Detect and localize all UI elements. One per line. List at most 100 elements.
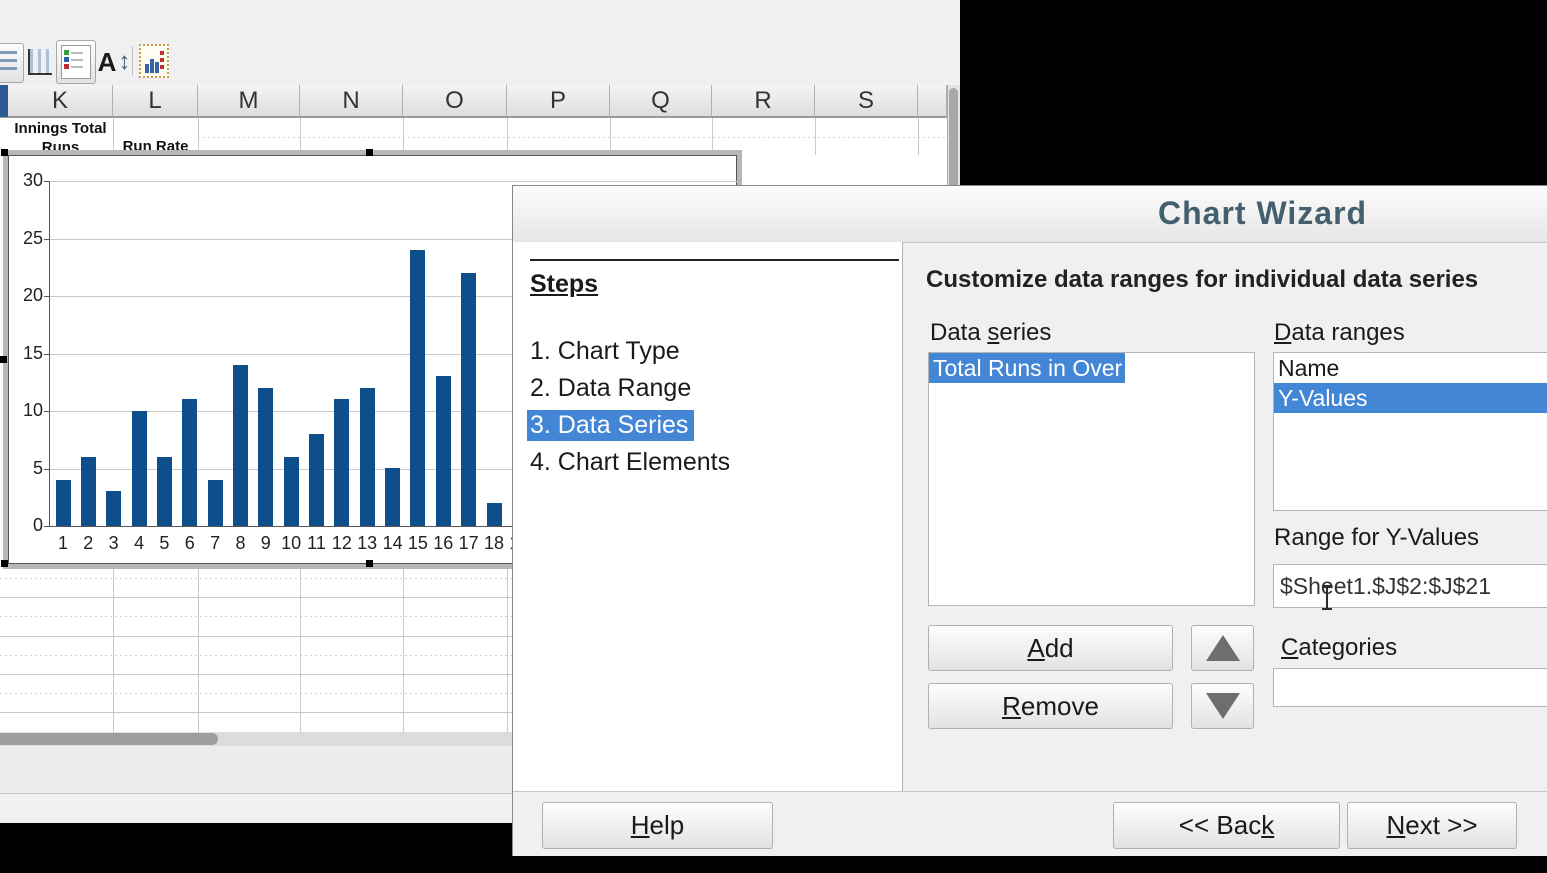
y-axis — [49, 181, 50, 527]
scale-text-icon[interactable]: A↕ — [96, 46, 132, 78]
bar — [461, 273, 476, 526]
bar — [106, 491, 121, 526]
bar — [487, 503, 502, 526]
column-header-P[interactable]: P — [507, 85, 610, 117]
i-beam-cursor — [1320, 585, 1334, 610]
data-range-item[interactable]: Name — [1274, 353, 1547, 383]
column-header-M[interactable]: M — [198, 85, 300, 117]
column-header-partial[interactable] — [918, 85, 947, 117]
move-down-button[interactable] — [1191, 683, 1254, 729]
column-header-Q[interactable]: Q — [610, 85, 712, 117]
next-button[interactable]: Next >> — [1347, 802, 1517, 849]
dialog-titlebar[interactable]: Chart Wizard — [513, 186, 1547, 243]
bar — [436, 376, 451, 526]
horizontal-scrollbar-thumb[interactable] — [0, 733, 218, 745]
content-heading: Customize data ranges for individual dat… — [926, 266, 1478, 294]
up-arrow-icon — [1206, 635, 1240, 661]
gridline — [50, 181, 737, 182]
legend-glyph — [61, 45, 91, 79]
header-bottom-border — [0, 117, 947, 118]
move-up-button[interactable] — [1191, 625, 1254, 671]
y-axis-label: 0 — [13, 515, 43, 536]
vertical-lines-glyph — [28, 49, 52, 75]
chart-toolbar: A↕ — [0, 38, 960, 85]
column-line — [403, 568, 404, 732]
chart-selection-handle[interactable] — [366, 560, 373, 567]
steps-heading: Steps — [530, 270, 598, 299]
y-axis-label: 10 — [13, 400, 43, 421]
bar — [81, 457, 96, 526]
data-range-item[interactable]: Y-Values — [1274, 383, 1547, 413]
chart-selection-handle[interactable] — [1, 560, 8, 567]
column-header-R[interactable]: R — [712, 85, 815, 117]
categories-input[interactable] — [1273, 668, 1547, 707]
column-header-j-selected[interactable] — [0, 85, 8, 118]
help-button[interactable]: Help — [542, 802, 773, 849]
chart-wizard-dialog: Chart Wizard Steps 1. Chart Type 2. Data … — [512, 185, 1547, 856]
column-header-N[interactable]: N — [300, 85, 403, 117]
bar — [132, 411, 147, 526]
column-line — [815, 118, 816, 155]
step-item-2[interactable]: 2. Data Range — [527, 373, 697, 404]
steps-panel: Steps 1. Chart Type 2. Data Range 3. Data … — [513, 242, 902, 791]
legend-on-off-icon[interactable] — [56, 40, 96, 84]
column-header-K[interactable]: K — [8, 85, 113, 117]
down-arrow-icon — [1206, 693, 1240, 719]
back-button[interactable]: << Back — [1113, 802, 1340, 849]
row1-line — [198, 137, 947, 138]
horizontal-grids-icon[interactable] — [0, 43, 24, 83]
bar — [360, 388, 375, 526]
bar — [309, 434, 324, 526]
range-for-y-values-label: Range for Y-Values — [1274, 524, 1479, 552]
bar — [385, 468, 400, 526]
chart-selection-handle[interactable] — [366, 149, 373, 156]
bar — [182, 399, 197, 526]
step-item-1[interactable]: 1. Chart Type — [527, 336, 686, 367]
vertical-grids-icon[interactable] — [26, 47, 54, 77]
bar — [410, 250, 425, 526]
bar — [157, 457, 172, 526]
steps-rule — [530, 259, 899, 261]
column-header-O[interactable]: O — [403, 85, 507, 117]
dialog-title: Chart Wizard — [1158, 195, 1367, 232]
column-line — [507, 568, 508, 732]
data-ranges-label: Data ranges — [1274, 319, 1405, 347]
data-table-glyph — [139, 44, 169, 78]
column-header-L[interactable]: L — [113, 85, 198, 117]
horizontal-lines-glyph — [0, 51, 17, 75]
column-line — [198, 568, 199, 732]
chart-selection-handle[interactable] — [1, 149, 8, 156]
chart-selection-handle[interactable] — [0, 356, 7, 363]
bar — [334, 399, 349, 526]
add-button[interactable]: Add — [928, 625, 1173, 671]
data-series-listbox[interactable]: Total Runs in Over — [928, 352, 1255, 606]
step-item-3[interactable]: 3. Data Series — [527, 410, 694, 441]
panel-separator — [902, 242, 903, 791]
data-ranges-listbox[interactable]: NameY-Values — [1273, 352, 1547, 511]
data-series-item[interactable]: Total Runs in Over — [929, 353, 1125, 383]
y-axis-label: 20 — [13, 285, 43, 306]
steps-list: 1. Chart Type 2. Data Range 3. Data Series… — [527, 336, 736, 484]
bar — [208, 480, 223, 526]
footer-separator — [513, 791, 1547, 792]
screen: A↕ KLMNOPQRS Innings Total Runs Run Rate… — [0, 0, 1547, 873]
categories-label: Categories — [1281, 634, 1397, 662]
step-item-4[interactable]: 4. Chart Elements — [527, 447, 736, 478]
y-axis-label: 5 — [13, 458, 43, 479]
bar — [258, 388, 273, 526]
data-series-label: Data series — [930, 319, 1051, 347]
bar — [233, 365, 248, 526]
y-axis-label: 25 — [13, 228, 43, 249]
range-input[interactable]: $Sheet1.$J$2:$J$21 — [1273, 564, 1547, 608]
column-line — [300, 568, 301, 732]
y-axis-label: 30 — [13, 170, 43, 191]
toolbar-separator — [132, 46, 133, 76]
bar — [56, 480, 71, 526]
y-axis-label: 15 — [13, 343, 43, 364]
column-line — [113, 568, 114, 732]
column-line — [918, 118, 919, 155]
bar — [284, 457, 299, 526]
column-header-S[interactable]: S — [815, 85, 918, 117]
data-table-icon[interactable] — [139, 44, 169, 78]
remove-button[interactable]: Remove — [928, 683, 1173, 729]
